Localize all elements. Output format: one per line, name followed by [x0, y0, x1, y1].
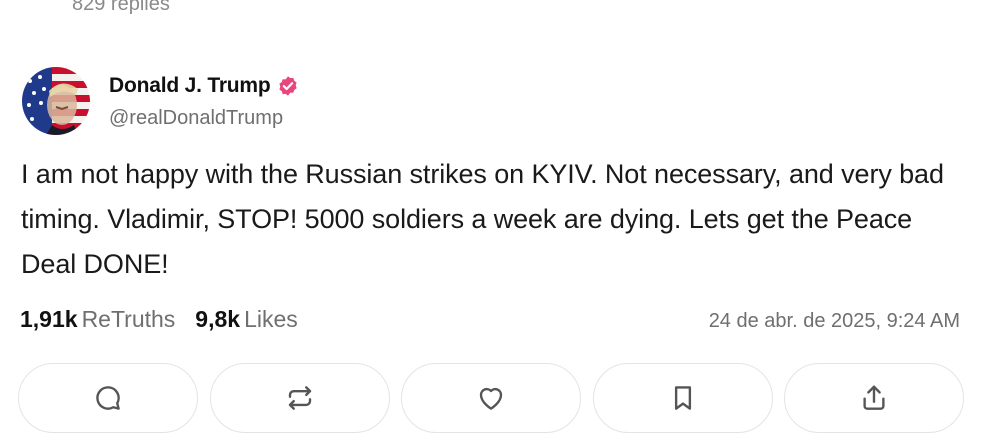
bookmark-button[interactable] [592, 363, 773, 433]
author-names: Donald J. Trump @realDonaldTrump [109, 72, 299, 130]
likes-count: 9,8k [195, 306, 241, 332]
post-detail: 829 replies Donald J. Trump @realDonaldT… [0, 0, 984, 446]
avatar[interactable] [22, 67, 90, 135]
action-bar [18, 363, 964, 433]
post-timestamp: 24 de abr. de 2025, 9:24 AM [708, 310, 960, 332]
verified-badge-icon [277, 75, 299, 97]
previous-post-replies-count[interactable]: 829 replies [72, 0, 170, 16]
share-icon [863, 385, 885, 410]
retruths-stat[interactable]: 1,91k ReTruths [20, 306, 175, 333]
author-handle[interactable]: @realDonaldTrump [109, 107, 299, 130]
bookmark-icon [674, 386, 691, 410]
post-stats: 1,91k ReTruths 9,8k Likes 24 de abr. de 20… [20, 306, 960, 333]
retruths-label: ReTruths [81, 306, 176, 332]
likes-stat[interactable]: 9,8k Likes [195, 306, 297, 333]
like-button[interactable] [401, 363, 581, 433]
share-button[interactable] [784, 363, 964, 433]
retruth-button[interactable] [209, 363, 390, 433]
retruths-count: 1,91k [20, 306, 78, 332]
comment-icon [96, 386, 120, 410]
heart-icon [479, 387, 503, 410]
repost-icon [288, 386, 311, 410]
post-header: Donald J. Trump @realDonaldTrump [22, 67, 299, 135]
reply-button[interactable] [18, 363, 198, 433]
likes-label: Likes [244, 306, 298, 332]
post-body-text: I am not happy with the Russian strikes … [21, 159, 944, 279]
flag-portrait-avatar-icon [22, 67, 90, 135]
author-display-name[interactable]: Donald J. Trump [109, 74, 271, 98]
